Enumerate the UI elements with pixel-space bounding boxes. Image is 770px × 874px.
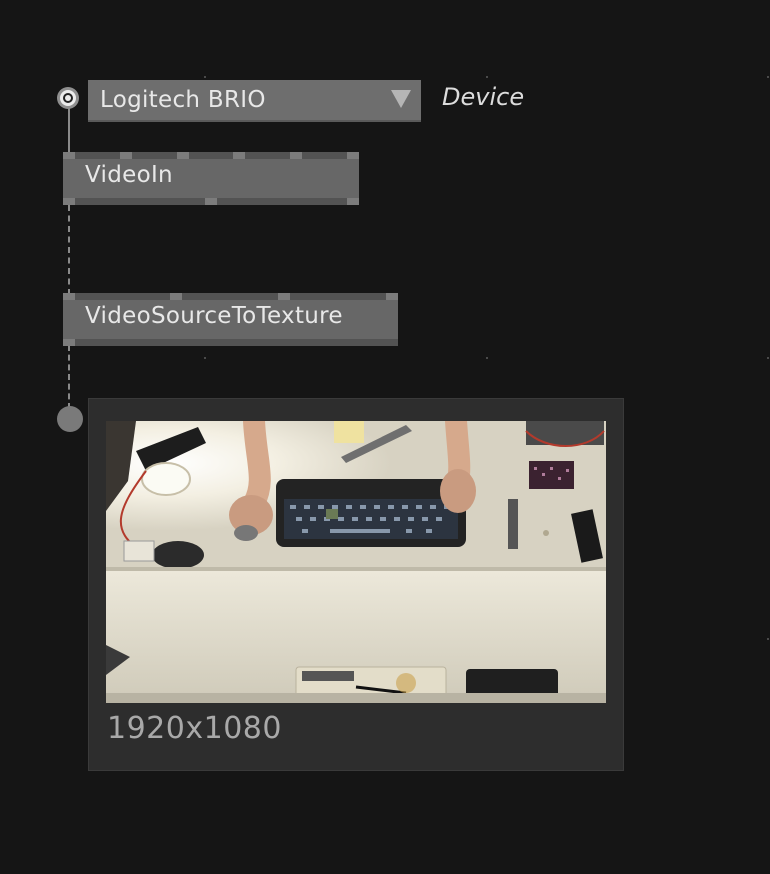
device-dropdown[interactable]: Logitech BRIO	[88, 80, 421, 122]
input-pin[interactable]	[233, 152, 245, 159]
texture-preview-panel: 1920x1080	[88, 398, 624, 771]
device-dropdown-value: Logitech BRIO	[100, 87, 266, 113]
canvas-grid-dot	[767, 357, 769, 359]
input-pin[interactable]	[290, 152, 302, 159]
input-pin[interactable]	[63, 152, 75, 159]
dropdown-triangle-icon	[391, 90, 411, 108]
resolution-label: 1920x1080	[107, 711, 282, 746]
node-videoin[interactable]: VideoIn	[63, 152, 359, 205]
input-pin[interactable]	[170, 293, 182, 300]
input-pin[interactable]	[386, 293, 398, 300]
input-pin[interactable]	[347, 152, 359, 159]
texture-output-pin-icon[interactable]	[57, 406, 83, 432]
pin-core	[65, 95, 71, 101]
link-videoin-to-videosourcetotexture[interactable]	[68, 205, 70, 295]
input-pin[interactable]	[177, 152, 189, 159]
canvas-grid-dot	[767, 638, 769, 640]
device-pin-icon[interactable]	[57, 87, 79, 109]
canvas-grid-dot	[204, 357, 206, 359]
link-videosourcetotexture-to-preview[interactable]	[68, 345, 70, 409]
node-title: VideoIn	[85, 162, 173, 188]
node-input-bar	[63, 293, 398, 300]
device-pin-label: Device	[442, 83, 525, 111]
camera-frame-illustration	[106, 421, 606, 703]
link-device-to-videoin[interactable]	[68, 108, 70, 154]
node-output-bar	[63, 339, 398, 346]
input-pin[interactable]	[120, 152, 132, 159]
canvas-grid-dot	[204, 76, 206, 78]
canvas-grid-dot	[486, 357, 488, 359]
canvas-grid-dot	[767, 76, 769, 78]
camera-preview-image	[106, 421, 606, 703]
canvas-grid-dot	[486, 76, 488, 78]
output-pin[interactable]	[63, 339, 75, 346]
node-input-bar	[63, 152, 359, 159]
input-pin[interactable]	[63, 293, 75, 300]
input-pin[interactable]	[278, 293, 290, 300]
output-pin[interactable]	[205, 198, 217, 205]
output-pin[interactable]	[347, 198, 359, 205]
output-pin[interactable]	[63, 198, 75, 205]
node-title: VideoSourceToTexture	[85, 303, 343, 329]
node-videosourcetotexture[interactable]: VideoSourceToTexture	[63, 293, 398, 346]
